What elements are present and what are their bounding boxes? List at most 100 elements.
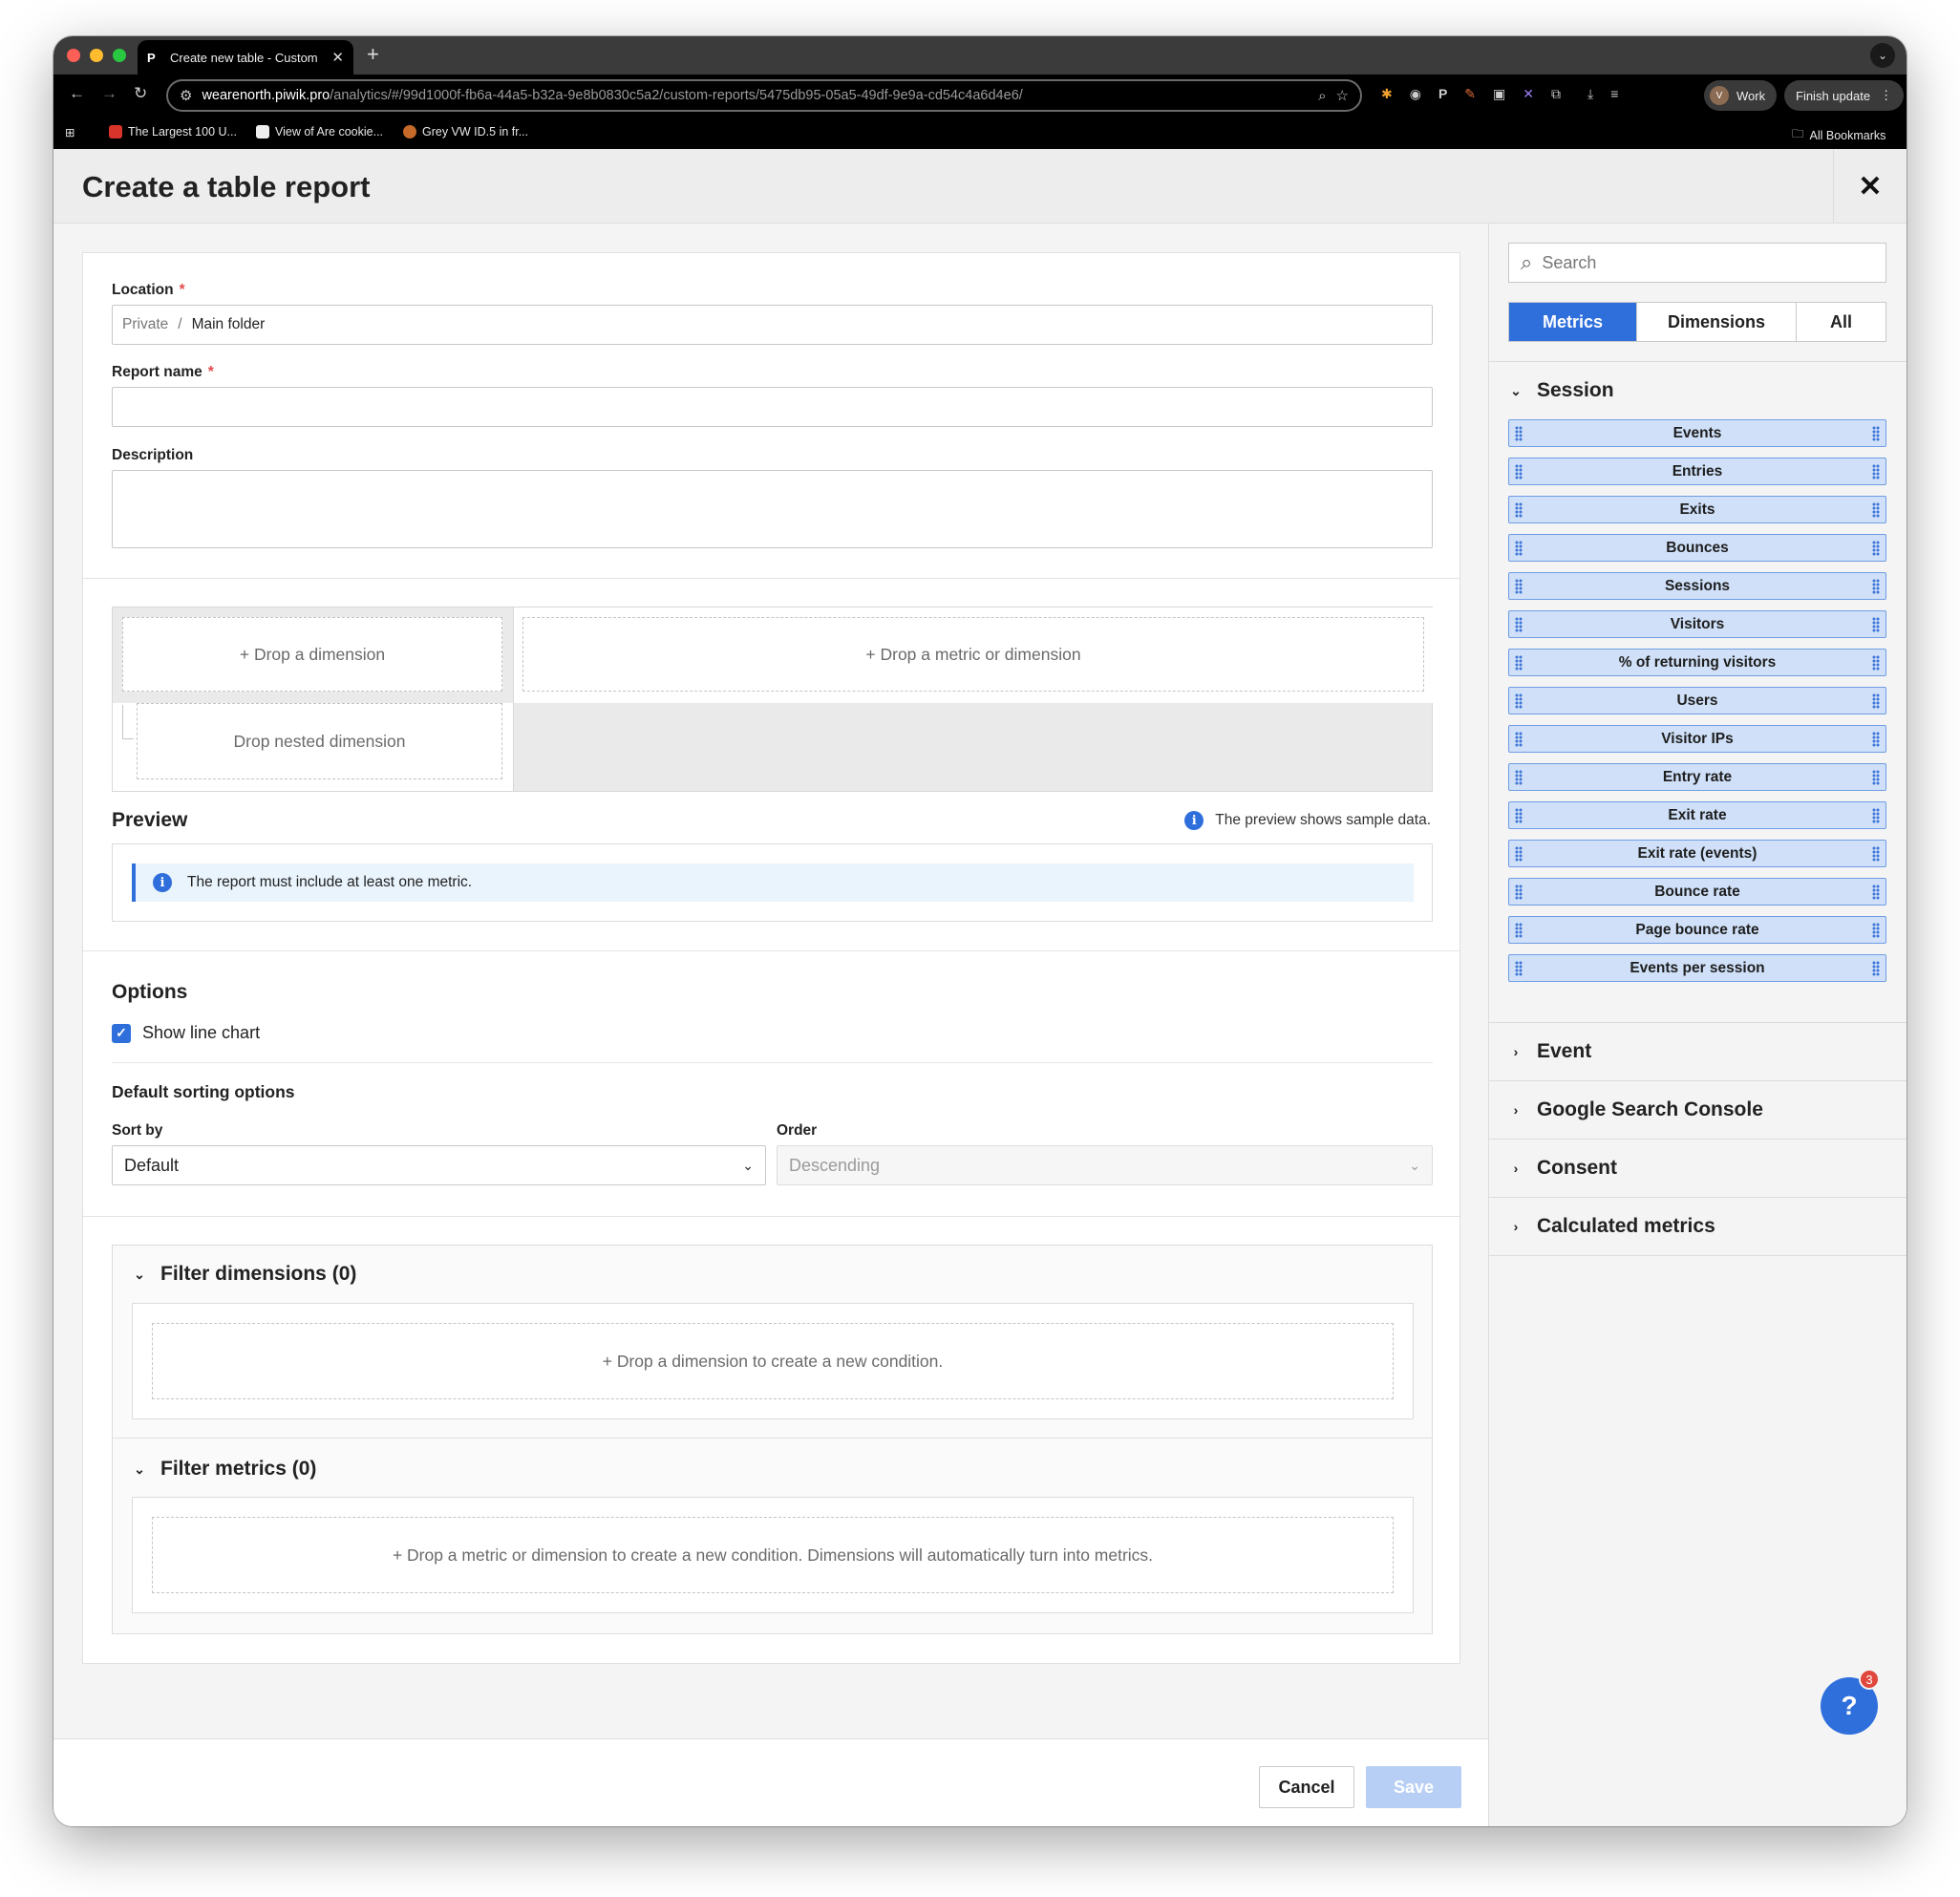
drag-handle-icon[interactable] [1515,426,1523,441]
filter-dimensions-toggle[interactable]: ⌄ Filter dimensions (0) [134,1263,356,1286]
checkbox-checked-icon[interactable]: ✓ [112,1023,131,1043]
bookmark-star-icon[interactable]: ☆ [1336,87,1349,104]
extension-4-icon[interactable]: ▣ [1493,86,1505,102]
group-event-toggle[interactable]: › Event [1510,1040,1592,1063]
tab-metrics[interactable]: Metrics [1509,303,1637,341]
metric-pill[interactable]: Exit rate [1508,801,1886,829]
metric-pill[interactable]: Entry rate [1508,763,1886,791]
save-button[interactable]: Save [1366,1766,1461,1808]
drag-handle-icon[interactable] [1872,655,1880,671]
back-icon[interactable]: ← [69,84,85,103]
reload-icon[interactable]: ↻ [134,84,147,103]
drag-handle-icon[interactable] [1515,655,1523,671]
metric-pill[interactable]: Sessions [1508,572,1886,600]
description-textarea[interactable] [112,470,1433,548]
drag-handle-icon[interactable] [1872,846,1880,862]
drag-handle-icon[interactable] [1872,770,1880,785]
drag-handle-icon[interactable] [1515,846,1523,862]
bookmark-1[interactable]: The Largest 100 U... [109,125,237,139]
report-name-input[interactable] [112,387,1433,427]
drag-handle-icon[interactable] [1515,502,1523,518]
minimize-window-button[interactable] [90,49,103,62]
metric-pill[interactable]: Exits [1508,496,1886,523]
drag-handle-icon[interactable] [1872,732,1880,747]
close-tab-icon[interactable]: ✕ [331,49,344,66]
drag-handle-icon[interactable] [1872,541,1880,556]
metric-pill[interactable]: Page bounce rate [1508,916,1886,944]
drop-metric-zone[interactable]: + Drop a metric or dimension [522,617,1424,692]
bookmark-2[interactable]: View of Are cookie... [256,125,383,139]
bookmark-3[interactable]: Grey VW ID.5 in fr... [403,125,528,139]
extension-5-icon[interactable]: ✕ [1523,86,1534,102]
close-window-button[interactable] [67,49,80,62]
new-tab-icon[interactable]: + [367,42,379,67]
media-icon[interactable]: ≡ [1610,86,1618,102]
drag-handle-icon[interactable] [1872,693,1880,709]
drag-handle-icon[interactable] [1872,885,1880,900]
metric-pill[interactable]: Bounce rate [1508,878,1886,906]
group-calculated-metrics-toggle[interactable]: › Calculated metrics [1510,1215,1715,1238]
zoom-icon[interactable]: ⌕ [1318,88,1326,104]
drag-handle-icon[interactable] [1515,961,1523,976]
apps-grid-icon[interactable]: ⊞ [65,125,75,139]
order-select[interactable]: Descending ⌄ [777,1145,1433,1185]
group-consent-toggle[interactable]: › Consent [1510,1157,1617,1180]
cancel-button[interactable]: Cancel [1259,1766,1354,1808]
filter-metrics-toggle[interactable]: ⌄ Filter metrics (0) [134,1458,316,1481]
drop-nested-dimension-zone[interactable]: Drop nested dimension [137,703,502,779]
location-field[interactable]: Private / Main folder [112,305,1433,345]
drag-handle-icon[interactable] [1515,923,1523,938]
drag-handle-icon[interactable] [1872,502,1880,518]
tab-search-icon[interactable]: ⌄ [1870,43,1895,68]
extension-3-icon[interactable]: ✎ [1464,86,1476,102]
metric-pill[interactable]: Visitors [1508,610,1886,638]
address-bar[interactable]: ⚙ wearenorth.piwik.pro/analytics/#/99d10… [166,79,1362,112]
site-settings-icon[interactable]: ⚙ [180,87,192,104]
drag-handle-icon[interactable] [1515,464,1523,480]
drag-handle-icon[interactable] [1872,579,1880,594]
drag-handle-icon[interactable] [1515,541,1523,556]
profile-button[interactable]: V Work [1704,80,1778,111]
filter-metrics-dropzone[interactable]: + Drop a metric or dimension to create a… [152,1517,1394,1593]
drag-handle-icon[interactable] [1872,464,1880,480]
forward-icon[interactable]: → [101,84,117,103]
all-bookmarks[interactable]: 🗀 All Bookmarks [1792,125,1885,145]
finish-update-button[interactable]: Finish update ⋮ [1784,80,1905,111]
browser-tab[interactable]: P Create new table - Custom re ✕ [138,40,353,75]
zoom-window-button[interactable] [113,49,126,62]
drag-handle-icon[interactable] [1515,885,1523,900]
drag-handle-icon[interactable] [1872,426,1880,441]
tab-dimensions[interactable]: Dimensions [1637,303,1797,341]
group-session-toggle[interactable]: ⌄ Session [1510,379,1613,402]
extensions-puzzle-icon[interactable]: ⧉ [1551,86,1561,102]
drag-handle-icon[interactable] [1515,770,1523,785]
metric-pill[interactable]: % of returning visitors [1508,649,1886,676]
download-icon[interactable]: ⤓ [1587,86,1593,102]
drag-handle-icon[interactable] [1872,961,1880,976]
close-icon[interactable]: ✕ [1833,149,1907,224]
drag-handle-icon[interactable] [1872,808,1880,823]
metric-pill[interactable]: Visitor IPs [1508,725,1886,753]
metric-pill[interactable]: Events per session [1508,954,1886,982]
drag-handle-icon[interactable] [1515,808,1523,823]
show-line-chart-checkbox[interactable]: ✓ Show line chart [112,1023,260,1043]
group-google-search-console-toggle[interactable]: › Google Search Console [1510,1098,1763,1121]
metric-pill[interactable]: Events [1508,419,1886,447]
drag-handle-icon[interactable] [1515,693,1523,709]
filter-dimensions-dropzone[interactable]: + Drop a dimension to create a new condi… [152,1323,1394,1399]
metric-pill[interactable]: Exit rate (events) [1508,840,1886,867]
extension-1-icon[interactable]: ✱ [1381,86,1393,102]
drag-handle-icon[interactable] [1515,732,1523,747]
metric-pill[interactable]: Bounces [1508,534,1886,562]
tab-all[interactable]: All [1797,303,1885,341]
drag-handle-icon[interactable] [1515,579,1523,594]
drag-handle-icon[interactable] [1872,617,1880,632]
drag-handle-icon[interactable] [1515,617,1523,632]
drop-dimension-zone[interactable]: + Drop a dimension [122,617,502,692]
sort-by-select[interactable]: Default ⌄ [112,1145,766,1185]
extension-2-icon[interactable]: ◉ [1410,86,1421,102]
extension-piwik-icon[interactable]: P [1438,86,1447,102]
drag-handle-icon[interactable] [1872,923,1880,938]
metric-pill[interactable]: Entries [1508,458,1886,485]
search-input[interactable]: ⌕ Search [1508,243,1886,283]
